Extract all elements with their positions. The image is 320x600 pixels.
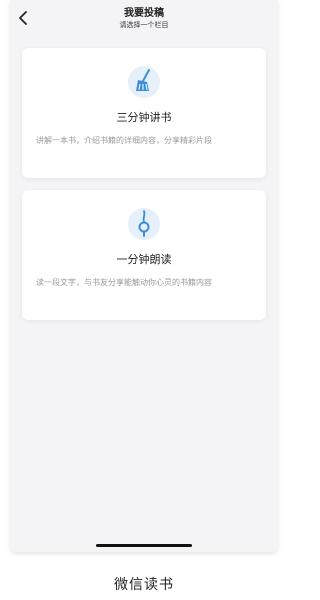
caption-text: 微信读书 xyxy=(114,577,174,593)
page-subtitle: 请选择一个栏目 xyxy=(119,21,169,29)
screenshot-frame: 我要投稿 请选择一个栏目 三分钟讲书 讲解一本书，介绍书籍的详细内容，分享精彩片… xyxy=(0,0,288,600)
page-title: 我要投稿 xyxy=(124,8,164,19)
home-indicator[interactable] xyxy=(96,544,192,547)
option-description: 讲解一本书，介绍书籍的详细内容，分享精彩片段 xyxy=(36,136,212,145)
option-description: 读一段文字，与书友分享能触动你心灵的书籍内容 xyxy=(36,278,212,287)
option-card-three-minute-book-talk[interactable]: 三分钟讲书 讲解一本书，介绍书籍的详细内容，分享精彩片段 xyxy=(22,48,266,178)
microphone-icon xyxy=(126,206,162,242)
option-title: 三分钟讲书 xyxy=(116,111,172,124)
option-card-one-minute-reading[interactable]: 一分钟朗读 读一段文字，与书友分享能触动你心灵的书籍内容 xyxy=(22,190,266,320)
nav-header: 我要投稿 请选择一个栏目 xyxy=(10,0,278,42)
option-title: 一分钟朗读 xyxy=(116,253,172,266)
phone-screen: 我要投稿 请选择一个栏目 三分钟讲书 讲解一本书，介绍书籍的详细内容，分享精彩片… xyxy=(10,0,278,552)
broom-icon xyxy=(126,64,162,100)
